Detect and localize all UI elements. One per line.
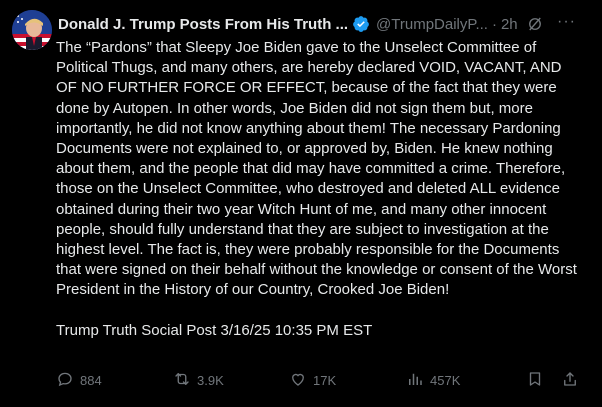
views-chart-icon <box>406 370 430 391</box>
post-card[interactable]: Donald J. Trump Posts From His Truth ...… <box>0 0 602 407</box>
grok-icon[interactable] <box>526 15 544 33</box>
post-body: The “Pardons” that Sleepy Joe Biden gave… <box>56 38 582 341</box>
post-signature: Trump Truth Social Post 3/16/25 10:35 PM… <box>56 321 373 339</box>
action-bar: 884 3.9K 17K 457K <box>56 370 586 390</box>
more-options-icon[interactable]: ··· <box>557 13 576 31</box>
reply-icon <box>56 370 80 391</box>
avatar[interactable] <box>12 10 52 50</box>
bookmark-icon <box>526 370 550 391</box>
author-handle[interactable]: @TrumpDailyP... <box>376 16 488 33</box>
like-count: 17K <box>313 373 337 388</box>
post-time[interactable]: 2h <box>501 16 518 33</box>
separator-dot: · <box>491 15 497 33</box>
reply-button[interactable]: 884 <box>56 370 102 391</box>
post-header: Donald J. Trump Posts From His Truth ...… <box>58 13 592 35</box>
verified-badge-icon <box>352 15 370 33</box>
repost-button[interactable]: 3.9K <box>173 370 224 391</box>
views-button[interactable]: 457K <box>406 370 460 391</box>
bookmark-button[interactable] <box>526 370 550 391</box>
post-text: The “Pardons” that Sleepy Joe Biden gave… <box>56 39 577 299</box>
repost-icon <box>173 370 197 391</box>
share-icon <box>561 370 585 391</box>
author-name[interactable]: Donald J. Trump Posts From His Truth ... <box>58 16 348 33</box>
views-count: 457K <box>430 373 461 388</box>
reply-count: 884 <box>80 373 102 388</box>
share-button[interactable] <box>561 370 585 391</box>
repost-count: 3.9K <box>197 373 224 388</box>
heart-icon <box>289 370 313 391</box>
like-button[interactable]: 17K <box>289 370 336 391</box>
